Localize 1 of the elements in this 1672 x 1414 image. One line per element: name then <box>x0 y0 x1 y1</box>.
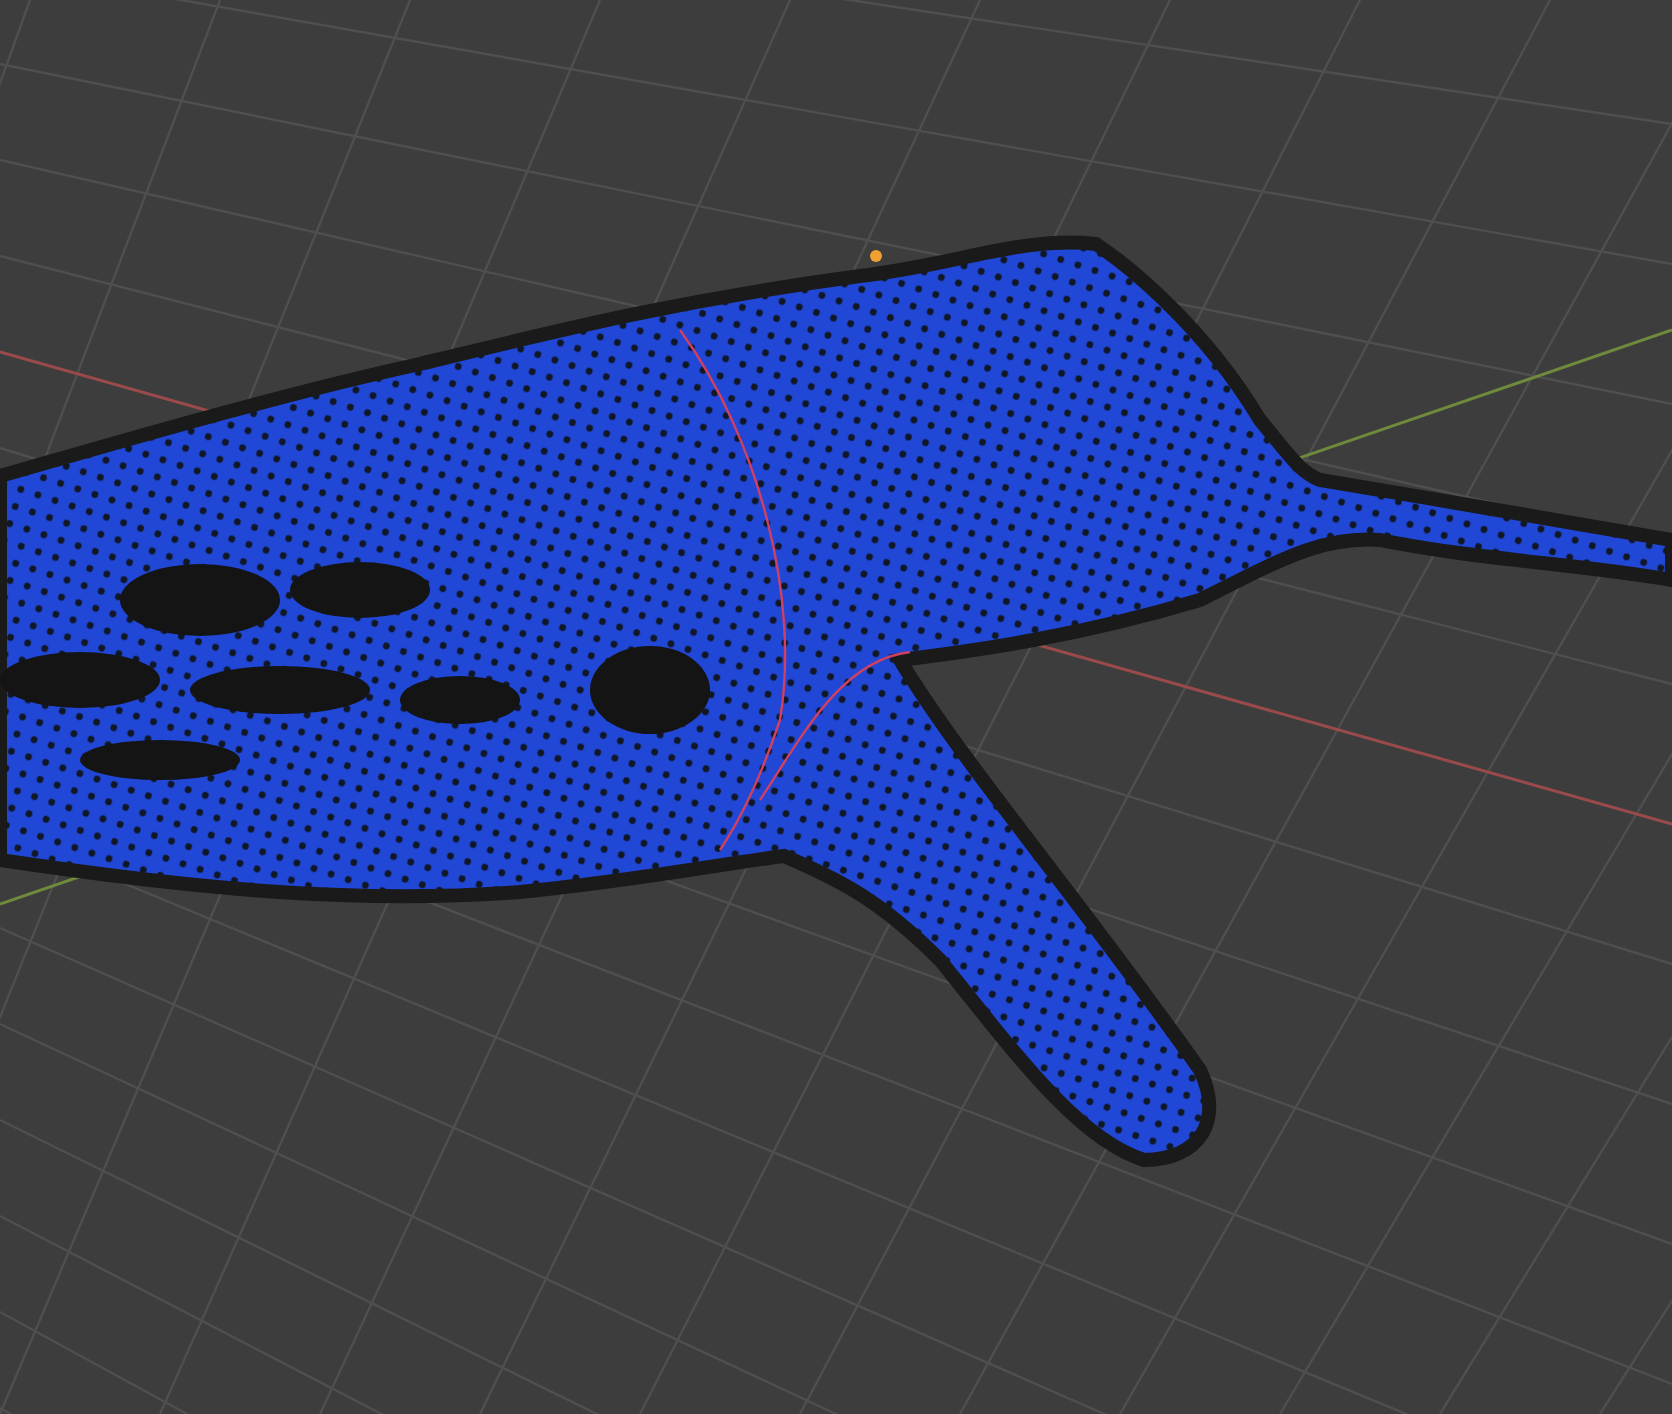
origin-dot <box>870 250 882 262</box>
